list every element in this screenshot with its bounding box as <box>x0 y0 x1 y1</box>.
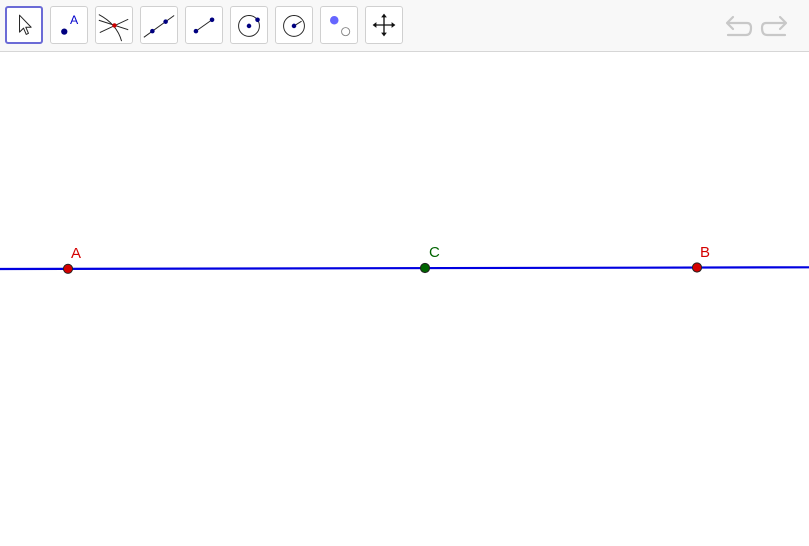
line-through-two-points-icon <box>143 15 175 38</box>
point-a-label: A <box>71 245 81 262</box>
show-hide-icon <box>330 16 351 37</box>
segment-tool-button[interactable] <box>185 6 223 44</box>
intersect-icon <box>98 14 129 42</box>
circle-center-radius-icon <box>283 15 305 37</box>
point-c-label: C <box>429 244 440 261</box>
redo-button[interactable] <box>760 12 790 40</box>
point-icon-label: A <box>70 13 79 27</box>
geogebra-app: A A C B <box>0 0 809 546</box>
undo-icon <box>725 15 753 37</box>
circle-center-point-icon <box>238 15 260 37</box>
move-tool-button[interactable] <box>5 6 43 44</box>
line-ab[interactable] <box>0 266 809 271</box>
undo-button[interactable] <box>723 12 753 40</box>
point-a-marker[interactable] <box>62 263 74 274</box>
segment-icon <box>193 17 215 34</box>
point-tool-button[interactable]: A <box>50 6 88 44</box>
arrow-pointer-icon <box>19 14 32 35</box>
circle-center-point-tool-button[interactable] <box>230 6 268 44</box>
graphics-view[interactable]: A C B <box>0 53 809 546</box>
intersect-tool-button[interactable] <box>95 6 133 44</box>
line-tool-button[interactable] <box>140 6 178 44</box>
move-graphics-view-tool-button[interactable] <box>365 6 403 44</box>
graphics-canvas[interactable]: A C B <box>0 53 809 546</box>
show-hide-object-tool-button[interactable] <box>320 6 358 44</box>
circle-center-radius-tool-button[interactable] <box>275 6 313 44</box>
move-view-icon <box>372 13 396 37</box>
point-b-marker[interactable] <box>691 262 703 273</box>
point-b-label: B <box>700 244 710 261</box>
toolbar: A <box>0 0 809 52</box>
point-c-marker[interactable] <box>419 262 431 274</box>
redo-icon <box>760 15 788 37</box>
point-icon: A <box>61 13 79 35</box>
